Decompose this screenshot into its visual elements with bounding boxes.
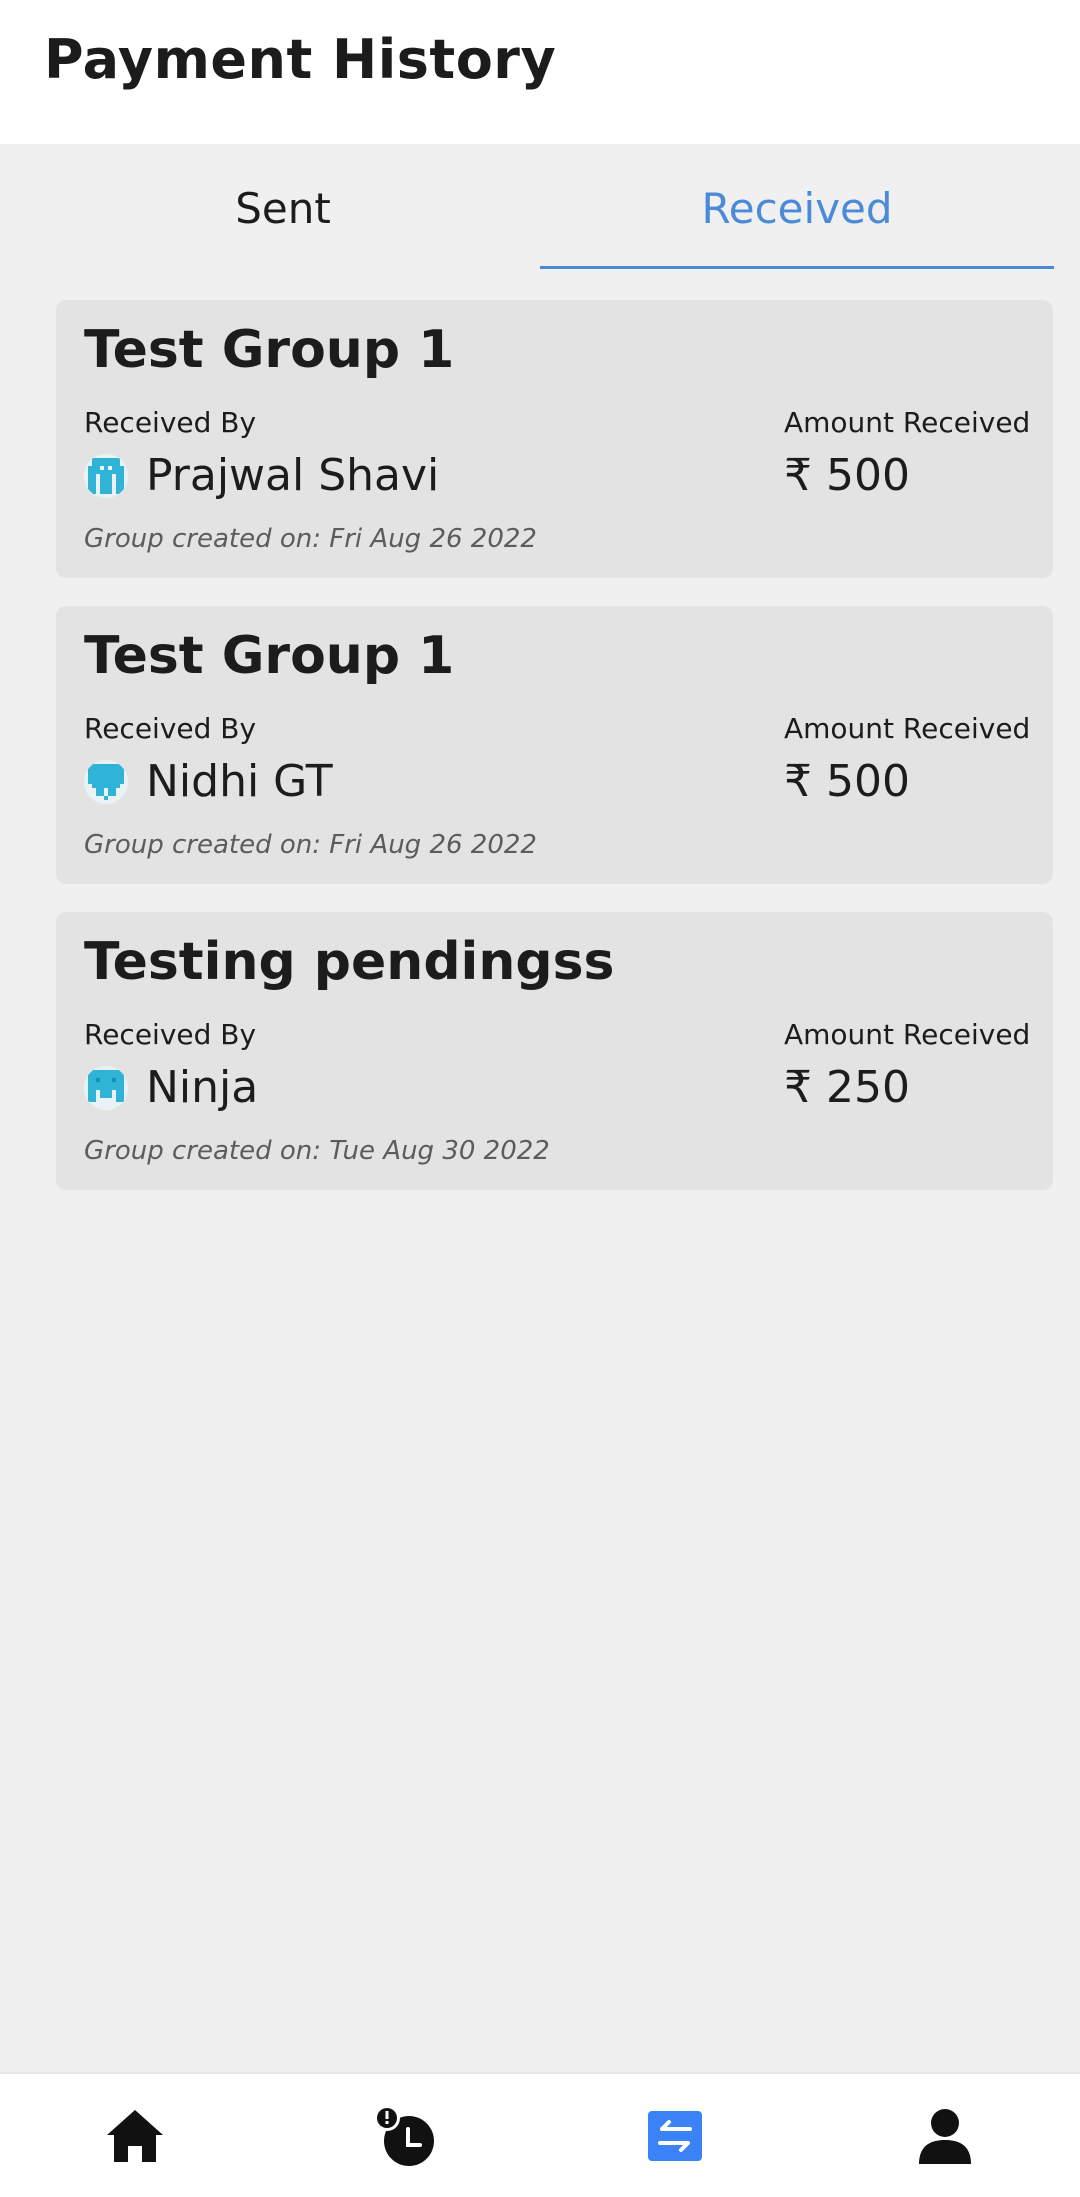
received-by-label: Received By [84, 712, 257, 745]
nav-home[interactable] [0, 2074, 270, 2197]
amount-received-label: Amount Received [784, 406, 1031, 439]
receiver-name: Prajwal Shavi [146, 450, 440, 501]
pending-clock-icon [374, 2104, 434, 2166]
tab-received[interactable]: Received [540, 144, 1054, 272]
home-icon [107, 2109, 163, 2162]
group-created-date: Group created on: Tue Aug 30 2022 [84, 1136, 550, 1166]
profile-icon [919, 2108, 971, 2164]
payment-card[interactable]: Test Group 1 Received By Amount Received… [56, 300, 1053, 578]
app-root: Payment History Sent Received Test Group… [0, 0, 1080, 2197]
nav-profile[interactable] [810, 2074, 1080, 2197]
pixel-avatar-icon [84, 1066, 128, 1110]
receiver-name: Ninja [146, 1062, 259, 1113]
page-title: Payment History [44, 28, 557, 91]
group-name: Test Group 1 [84, 320, 455, 380]
app-header: Payment History [0, 0, 1080, 144]
payment-list: Test Group 1 Received By Amount Received… [56, 300, 1053, 1218]
nav-pending[interactable] [270, 2074, 540, 2197]
payment-card[interactable]: Test Group 1 Received By Amount Received… [56, 606, 1053, 884]
active-tab-indicator [540, 266, 1054, 269]
pixel-avatar-icon [84, 760, 128, 804]
receiver-name: Nidhi GT [146, 756, 333, 807]
amount-value: ₹ 250 [784, 1062, 910, 1113]
group-created-date: Group created on: Fri Aug 26 2022 [84, 524, 537, 554]
received-by-label: Received By [84, 406, 257, 439]
transfer-icon [648, 2110, 702, 2161]
tab-bar: Sent Received [0, 144, 1080, 272]
amount-value: ₹ 500 [784, 756, 910, 807]
received-by-label: Received By [84, 1018, 257, 1051]
amount-received-label: Amount Received [784, 1018, 1031, 1051]
tab-sent[interactable]: Sent [26, 144, 540, 272]
amount-received-label: Amount Received [784, 712, 1031, 745]
amount-value: ₹ 500 [784, 450, 910, 501]
group-created-date: Group created on: Fri Aug 26 2022 [84, 830, 537, 860]
bottom-nav [0, 2072, 1080, 2197]
nav-payments[interactable] [540, 2074, 810, 2197]
pixel-avatar-icon [84, 454, 128, 498]
group-name: Test Group 1 [84, 626, 455, 686]
payment-card[interactable]: Testing pendingss Received By Amount Rec… [56, 912, 1053, 1190]
group-name: Testing pendingss [84, 932, 615, 992]
